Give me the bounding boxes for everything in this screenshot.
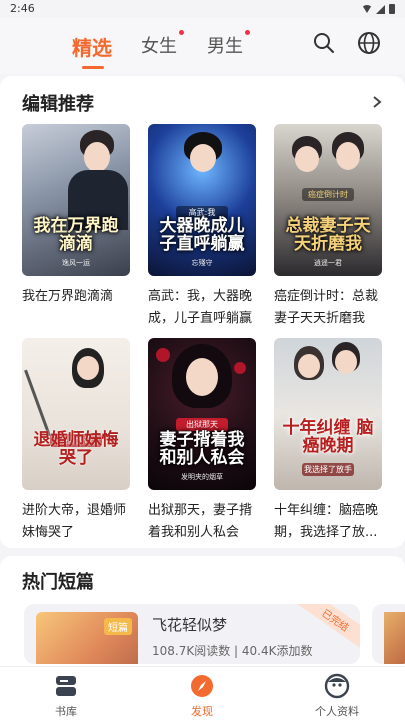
short-badge: 短篇 bbox=[104, 618, 132, 635]
book-title: 我在万界跑滴滴 bbox=[22, 289, 114, 304]
book-title: 高武：我，大器晚成，儿子直呼躺赢 bbox=[148, 289, 253, 326]
nav-library[interactable]: 书库 bbox=[26, 673, 106, 719]
book-cover: 出狱那天 妻子揹着我和别人私会 发明夹的烟草 bbox=[148, 338, 256, 490]
nav-library-label: 书库 bbox=[55, 705, 77, 718]
status-time: 2:46 bbox=[10, 2, 35, 15]
book-cover: 十年纠缠 脑癌晚期 我选择了放手 bbox=[274, 338, 382, 490]
short-story-card-next[interactable] bbox=[372, 604, 405, 664]
short-story-cover: 短篇 bbox=[36, 612, 138, 664]
tab-male-label: 男生 bbox=[207, 36, 243, 57]
cover-title: 十年纠缠 脑癌晚期 bbox=[282, 417, 374, 457]
cover-title: 退婚师妹悔哭了 bbox=[33, 429, 119, 469]
bookshelf-icon bbox=[56, 676, 76, 696]
wifi-icon bbox=[362, 5, 372, 13]
section-title: 热门短篇 bbox=[22, 572, 94, 593]
short-story-cover bbox=[384, 612, 405, 664]
profile-icon bbox=[324, 673, 350, 699]
book-title: 进阶大帝，退婚师妹悔哭了 bbox=[22, 503, 127, 540]
cover-author: 逸风一运 bbox=[62, 259, 90, 267]
book-card[interactable]: 高武:我 大器晚成儿子直呼躺赢 忘殘守 高武：我，大器晚成，儿子直呼躺赢 bbox=[148, 124, 256, 330]
editor-picks-section: 编辑推荐 我在万界跑滴滴 逸风一运 我在万界跑滴滴 高武:我 大器晚成儿子直呼躺… bbox=[0, 76, 405, 548]
short-story-card[interactable]: 短篇 飞花轻似梦 108.7K阅读数 | 40.4K添加数 已完结 bbox=[24, 604, 360, 664]
short-story-title: 飞花轻似梦 bbox=[152, 616, 228, 634]
book-title: 十年纠缠：脑癌晚期，我选择了放... bbox=[274, 503, 379, 540]
cover-author: 逍遥一君 bbox=[314, 259, 342, 267]
compass-icon bbox=[191, 675, 213, 697]
nav-discover[interactable]: 发现 bbox=[162, 673, 242, 719]
battery-icon bbox=[389, 4, 395, 14]
search-icon[interactable] bbox=[311, 30, 337, 56]
nav-profile-label: 个人资料 bbox=[315, 705, 359, 718]
tab-featured[interactable]: 精选 bbox=[72, 32, 112, 61]
cover-tag: 我选择了放手 bbox=[302, 463, 354, 476]
section-title: 编辑推荐 bbox=[22, 94, 94, 115]
book-title: 癌症倒计时：总裁妻子天天折磨我 bbox=[274, 289, 379, 326]
top-header: 精选 女生 男生 bbox=[0, 18, 405, 74]
nav-profile[interactable]: 个人资料 bbox=[297, 673, 377, 719]
active-tab-indicator bbox=[82, 66, 104, 69]
tab-male[interactable]: 男生 bbox=[207, 30, 250, 58]
tab-male-dot bbox=[245, 30, 250, 35]
cover-title: 大器晚成儿子直呼躺赢 bbox=[159, 215, 245, 255]
tab-female[interactable]: 女生 bbox=[141, 30, 184, 58]
cover-title: 我在万界跑滴滴 bbox=[33, 215, 119, 255]
short-story-stats: 108.7K阅读数 | 40.4K添加数 bbox=[152, 644, 313, 658]
book-cover: 进阶大帝 退婚师妹悔哭了 bbox=[22, 338, 130, 490]
hot-shorts-section: 热门短篇 短篇 飞花轻似梦 108.7K阅读数 | 40.4K添加数 已完结 bbox=[0, 556, 405, 676]
book-title: 出狱那天，妻子揹着我和别人私会 bbox=[148, 503, 253, 540]
book-card[interactable]: 进阶大帝 退婚师妹悔哭了 进阶大帝，退婚师妹悔哭了 bbox=[22, 338, 130, 544]
book-cover: 癌症倒计时 总裁妻子天天折磨我 逍遥一君 bbox=[274, 124, 382, 276]
cover-author: 忘殘守 bbox=[191, 259, 213, 267]
book-card[interactable]: 十年纠缠 脑癌晚期 我选择了放手 十年纠缠：脑癌晚期，我选择了放... bbox=[274, 338, 382, 544]
status-bar: 2:46 bbox=[0, 0, 405, 18]
cover-author: 发明夹的烟草 bbox=[181, 473, 223, 481]
status-icons bbox=[362, 4, 395, 14]
cover-title: 总裁妻子天天折磨我 bbox=[285, 215, 371, 255]
book-card[interactable]: 癌症倒计时 总裁妻子天天折磨我 逍遥一君 癌症倒计时：总裁妻子天天折磨我 bbox=[274, 124, 382, 330]
bottom-nav: 书库 发现 个人资料 bbox=[0, 666, 405, 720]
nav-discover-label: 发现 bbox=[191, 705, 213, 718]
book-card[interactable]: 我在万界跑滴滴 逸风一运 我在万界跑滴滴 bbox=[22, 124, 130, 308]
book-card[interactable]: 出狱那天 妻子揹着我和别人私会 发明夹的烟草 出狱那天，妻子揹着我和别人私会 bbox=[148, 338, 256, 544]
tab-female-label: 女生 bbox=[141, 36, 177, 57]
tab-female-dot bbox=[179, 30, 184, 35]
signal-icon bbox=[376, 4, 385, 14]
globe-icon[interactable] bbox=[356, 30, 382, 56]
chevron-right-icon[interactable] bbox=[371, 96, 383, 108]
book-cover: 高武:我 大器晚成儿子直呼躺赢 忘殘守 bbox=[148, 124, 256, 276]
cover-title: 妻子揹着我和别人私会 bbox=[159, 429, 245, 469]
cover-tag: 癌症倒计时 bbox=[302, 188, 354, 201]
book-cover: 我在万界跑滴滴 逸风一运 bbox=[22, 124, 130, 276]
